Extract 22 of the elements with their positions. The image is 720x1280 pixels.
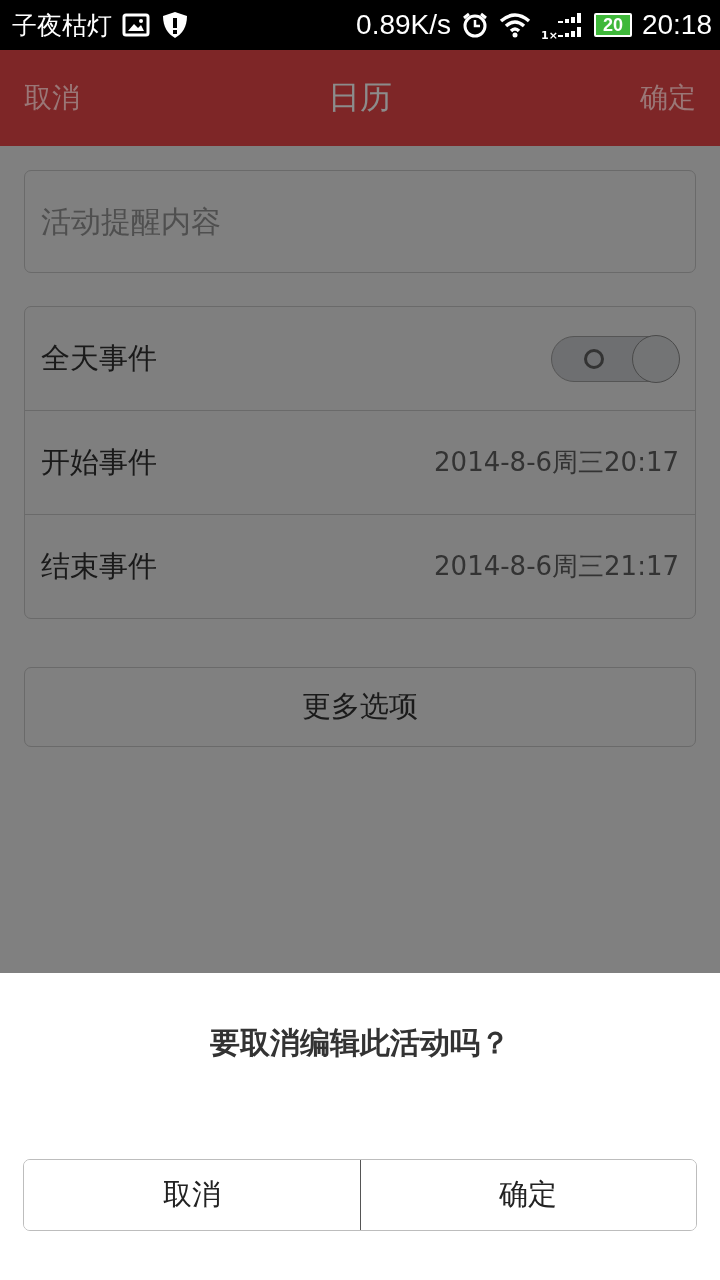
wifi-icon — [499, 12, 531, 38]
date-time-value[interactable]: 2014-8-6周三21:17 — [434, 549, 679, 584]
clock: 20:18 — [641, 9, 712, 41]
signal-icon — [557, 11, 584, 39]
dialog-message: 要取消编辑此活动吗？ — [210, 1024, 510, 1062]
shield-icon — [160, 10, 190, 40]
toggle-switch[interactable] — [551, 335, 679, 382]
confirm-button[interactable]: 确定 — [640, 79, 696, 117]
row-label: 全天事件 — [41, 339, 157, 377]
dialog-button[interactable]: 确定 — [359, 1160, 696, 1230]
screen-title: 日历 — [328, 77, 392, 118]
row-label: 结束事件 — [41, 547, 157, 585]
row-label: 开始事件 — [41, 443, 157, 481]
more-options-button[interactable]: 更多选项 — [24, 667, 696, 747]
alarm-icon — [461, 11, 489, 39]
image-icon — [122, 13, 150, 37]
battery-indicator: 20 — [593, 13, 632, 37]
date-time-value[interactable]: 2014-8-6周三20:17 — [434, 445, 679, 480]
cancel-button[interactable]: 取消 — [24, 79, 80, 117]
network-type: 1× — [541, 29, 558, 42]
notification-text: 子夜枯灯 — [12, 9, 112, 42]
network-speed: 0.89K/s — [356, 9, 451, 41]
